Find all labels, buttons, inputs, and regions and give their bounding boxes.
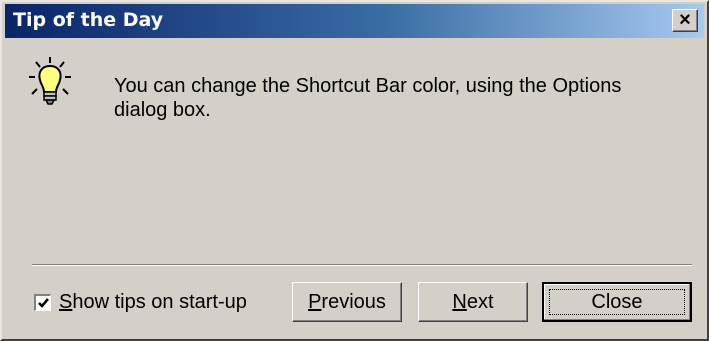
show-tips-label: Show tips on start-up xyxy=(59,290,247,313)
tip-of-the-day-dialog: Tip of the Day × You can change the Shor… xyxy=(0,0,709,341)
previous-label: Previous xyxy=(308,290,386,313)
separator xyxy=(32,264,692,266)
previous-button[interactable]: Previous xyxy=(292,282,402,322)
close-icon: × xyxy=(679,9,691,31)
show-tips-checkbox[interactable]: Show tips on start-up xyxy=(34,290,247,314)
close-label: Close xyxy=(591,290,643,313)
close-button[interactable]: Close xyxy=(542,282,692,322)
title-bar[interactable]: Tip of the Day × xyxy=(5,4,704,38)
title-close-button[interactable]: × xyxy=(672,9,698,32)
next-button[interactable]: Next xyxy=(418,282,528,322)
checkmark-icon xyxy=(38,297,49,308)
tip-text: You can change the Shortcut Bar color, u… xyxy=(114,75,622,121)
checkbox-box[interactable] xyxy=(34,293,51,311)
dialog-title: Tip of the Day xyxy=(13,9,164,31)
next-label: Next xyxy=(452,290,494,313)
lightbulb-icon xyxy=(28,56,72,112)
